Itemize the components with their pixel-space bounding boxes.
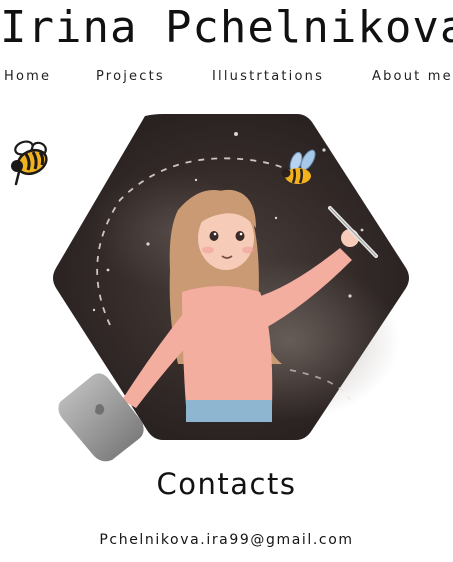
contacts-heading: Contacts xyxy=(156,467,297,501)
site-title: Irina Pchelnikova xyxy=(0,2,453,53)
nav-item-illustrations[interactable]: Illustrtations xyxy=(212,69,324,84)
nav-item-about-me[interactable]: About me xyxy=(372,69,453,84)
email-link[interactable]: Pchelnikova.ira99@gmail.com xyxy=(0,530,453,550)
main-nav: Home Projects Illustrtations About me xyxy=(0,69,453,91)
nav-item-home[interactable]: Home xyxy=(4,69,51,84)
hero-illustration xyxy=(53,114,409,462)
bee-icon[interactable] xyxy=(4,136,56,188)
nav-item-projects[interactable]: Projects xyxy=(96,69,165,84)
